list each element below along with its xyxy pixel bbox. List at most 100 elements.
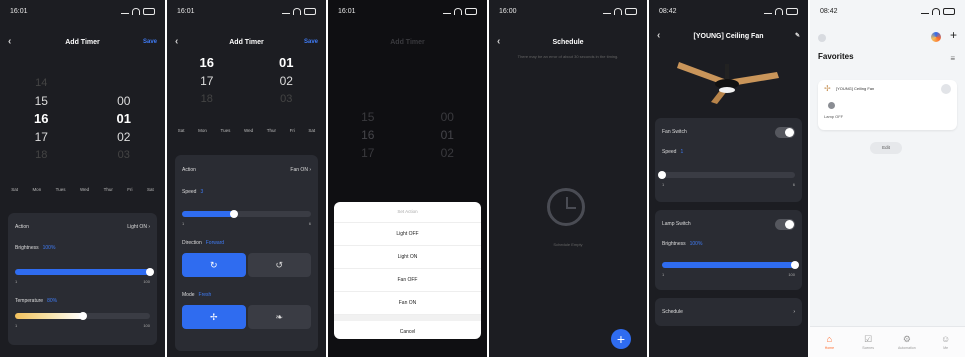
time-picker: 15 16 17 00 01 02 — [328, 108, 487, 162]
picker-minute-selected[interactable]: 01 — [247, 54, 327, 72]
picker-hour[interactable]: 14 — [0, 74, 83, 92]
speed-slider[interactable] — [182, 210, 311, 218]
reverse-option[interactable]: ↺ — [247, 253, 311, 277]
save-button[interactable]: Save — [143, 34, 157, 50]
automation-icon: ⚙ — [902, 333, 911, 344]
tab-scenes[interactable]: ☑ Scenes — [849, 327, 888, 357]
option-fan-on[interactable]: Fan ON — [334, 292, 481, 315]
screen-schedule: 16:00 ‹ Schedule There may be an error o… — [489, 0, 647, 357]
action-row[interactable]: Action Light ON › — [8, 213, 157, 241]
fan-switch-toggle[interactable] — [775, 126, 795, 138]
picker-minute[interactable]: 00 — [83, 92, 166, 110]
sleep-mode-option[interactable]: ❧ — [247, 305, 311, 329]
picker-hour[interactable]: 18 — [167, 90, 247, 108]
picker-minute: 02 — [440, 146, 454, 160]
picker-minute[interactable]: 03 — [247, 90, 327, 108]
picker-minute-selected[interactable]: 01 — [83, 110, 166, 128]
option-fan-off[interactable]: Fan OFF — [334, 269, 481, 292]
picker-hour[interactable]: 17 — [167, 72, 247, 90]
option-light-on[interactable]: Light ON — [334, 246, 481, 269]
back-icon[interactable]: ‹ — [657, 28, 660, 44]
day-chip[interactable]: Thur — [267, 128, 276, 133]
brightness-slider-knob[interactable] — [146, 268, 154, 276]
mode-label: Mode — [182, 292, 195, 298]
back-icon[interactable]: ‹ — [175, 34, 178, 50]
chevron-right-icon: › — [793, 309, 795, 315]
time-picker[interactable]: 14 15 16 17 18 00 01 02 03 — [0, 74, 165, 164]
picker-hour-selected[interactable]: 16 — [167, 54, 247, 72]
signal-icon — [121, 8, 129, 14]
screen-device-control: 08:42 ‹ [YOUNG] Ceiling Fan ✎ Fan Switch — [649, 0, 808, 357]
speed-slider-knob[interactable] — [658, 171, 666, 179]
assistant-icon[interactable] — [931, 32, 941, 42]
day-chip[interactable]: Mon — [32, 187, 41, 192]
clock-icon — [547, 188, 585, 226]
picker-minute[interactable]: 02 — [83, 128, 166, 146]
picker-hour[interactable]: 15 — [0, 92, 83, 110]
battery-icon — [625, 7, 637, 15]
home-avatar[interactable] — [818, 34, 826, 42]
day-chip[interactable]: Sat — [147, 187, 154, 192]
cancel-button[interactable]: Cancel — [334, 315, 481, 343]
speed-slider-knob[interactable] — [229, 210, 238, 218]
forward-option[interactable]: ↻ — [182, 253, 246, 277]
wifi-icon — [132, 7, 140, 15]
edit-icon[interactable]: ✎ — [795, 28, 800, 44]
action-row[interactable]: Action Fan ON › — [175, 155, 318, 185]
save-button[interactable]: Save — [304, 34, 318, 50]
picker-minute: 00 — [440, 110, 454, 124]
tab-home[interactable]: ⌂ Home — [810, 327, 849, 357]
brightness-slider-knob[interactable] — [791, 261, 799, 269]
picker-minute[interactable] — [83, 74, 166, 92]
day-chip[interactable]: Sat — [178, 128, 185, 133]
screen-set-action: 16:01 Add Timer 15 16 17 00 01 02 Set Ac… — [328, 0, 487, 357]
schedule-row[interactable]: Schedule › — [655, 298, 802, 326]
add-icon[interactable]: + — [950, 28, 957, 42]
temperature-slider-knob[interactable] — [78, 312, 87, 320]
battery-icon — [786, 7, 798, 15]
day-chip[interactable]: Fri — [127, 187, 132, 192]
lamp-switch-label: Lamp Switch — [662, 221, 691, 227]
picker-hour[interactable]: 17 — [0, 128, 83, 146]
brightness-label: Brightness — [662, 241, 686, 247]
direction-toggle: ↻ ↺ — [182, 253, 311, 277]
picker-minute[interactable]: 02 — [247, 72, 327, 90]
power-button[interactable] — [941, 84, 951, 94]
brightness-value: 100% — [42, 245, 56, 251]
edit-button[interactable]: Edit — [870, 142, 902, 154]
menu-icon[interactable]: ≡ — [950, 54, 955, 63]
day-chip[interactable]: Sat — [11, 187, 18, 192]
day-chip[interactable]: Tues — [221, 128, 231, 133]
day-chip[interactable]: Thur — [104, 187, 113, 192]
nav-bar: Add Timer — [328, 34, 487, 50]
brightness-slider[interactable] — [15, 268, 154, 276]
day-chip[interactable]: Mon — [198, 128, 207, 133]
picker-minute[interactable]: 03 — [83, 146, 166, 164]
day-chip[interactable]: Wed — [80, 187, 89, 192]
add-schedule-button[interactable]: + — [611, 329, 631, 349]
picker-hour[interactable]: 18 — [0, 146, 83, 164]
tab-me[interactable]: ☺ Me — [926, 327, 965, 357]
option-light-off[interactable]: Light OFF — [334, 223, 481, 246]
time-picker[interactable]: 16 17 18 01 02 03 — [167, 54, 326, 108]
lamp-switch-toggle[interactable] — [775, 218, 795, 230]
fresh-mode-option[interactable]: ✢ — [182, 305, 246, 329]
brightness-slider[interactable] — [662, 261, 799, 269]
day-chip[interactable]: Sat — [308, 128, 315, 133]
back-icon[interactable]: ‹ — [8, 34, 11, 50]
mode-value: Fresh — [198, 292, 212, 298]
tab-automation[interactable]: ⚙ Automation — [888, 327, 927, 357]
battery-icon — [304, 7, 316, 15]
screen-add-timer-light: 16:01 ‹ Add Timer Save 14 15 16 17 18 00 — [0, 0, 165, 357]
wifi-icon — [932, 7, 940, 15]
temperature-slider[interactable] — [15, 312, 150, 320]
picker-hour-selected: 16 — [361, 128, 375, 142]
back-icon[interactable]: ‹ — [497, 34, 500, 50]
day-chip[interactable]: Tues — [56, 187, 66, 192]
day-chip[interactable]: Wed — [244, 128, 253, 133]
device-card[interactable]: ✢ [YOUNG] Ceiling Fan Lamp OFF — [818, 80, 957, 130]
speed-slider[interactable] — [658, 171, 795, 179]
day-chip[interactable]: Fri — [290, 128, 295, 133]
speed-slider-fill — [182, 211, 234, 217]
picker-hour-selected[interactable]: 16 — [0, 110, 83, 128]
